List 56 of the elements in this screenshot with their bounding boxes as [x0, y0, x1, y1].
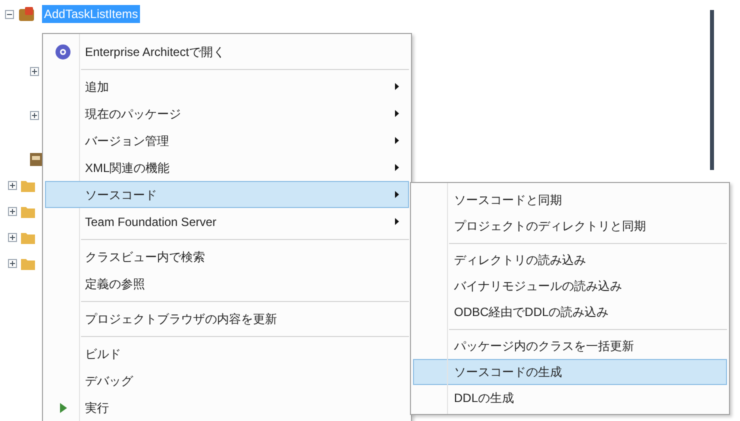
class-icon: [19, 7, 34, 21]
menu-item-label: ソースコードと同期: [454, 192, 562, 209]
menu-item[interactable]: 現在のパッケージ: [45, 100, 409, 127]
menu-item-label: プロジェクトのディレクトリと同期: [454, 218, 646, 235]
menu-item[interactable]: プロジェクトのディレクトリと同期: [413, 213, 727, 239]
menu-item-label: ODBC経由でDDLの読み込み: [454, 304, 609, 321]
menu-item[interactable]: プロジェクトブラウザの内容を更新: [45, 305, 409, 332]
menu-item-label: XML関連の機能: [85, 160, 170, 176]
menu-item[interactable]: パッケージ内のクラスを一括更新: [413, 333, 727, 359]
menu-item-label: バージョン管理: [85, 132, 169, 150]
menu-item-label: Team Foundation Server: [85, 214, 216, 230]
menu-item-label: 現在のパッケージ: [85, 106, 181, 122]
menu-item-label: DDLの生成: [454, 390, 514, 407]
folder-icon: [21, 204, 35, 218]
expand-icon[interactable]: [8, 258, 17, 268]
menu-item[interactable]: デバッグ: [45, 367, 409, 394]
menu-item-label: バイナリモジュールの読み込み: [454, 278, 622, 295]
menu-item[interactable]: ODBC経由でDDLの読み込み: [413, 299, 727, 325]
folder-icon: [21, 230, 35, 244]
menu-item-label: パッケージ内のクラスを一括更新: [454, 338, 634, 355]
menu-item[interactable]: ソースコード: [45, 181, 409, 208]
menu-item[interactable]: クラスビュー内で検索: [45, 243, 409, 270]
menu-item-label: ソースコードの生成: [454, 364, 562, 381]
menu-item-label: 定義の参照: [85, 276, 145, 292]
expand-icon[interactable]: [8, 232, 17, 242]
expand-icon[interactable]: [30, 66, 39, 76]
menu-item[interactable]: ソースコードと同期: [413, 187, 727, 213]
menu-item-label: 追加: [85, 78, 109, 96]
folder-icon: [21, 178, 35, 192]
menu-item[interactable]: ディレクトリの読み込み: [413, 247, 727, 273]
menu-item-label: Enterprise Architectで開く: [85, 44, 226, 60]
menu-item[interactable]: Team Foundation Server: [45, 208, 409, 235]
menu-item-label: ビルド: [85, 346, 121, 362]
menu-item-label: ソースコード: [85, 186, 157, 204]
menu-item-label: プロジェクトブラウザの内容を更新: [85, 310, 277, 328]
menu-item[interactable]: ソースコードの生成: [413, 359, 727, 385]
menu-item[interactable]: DDLの生成: [413, 385, 727, 411]
play-icon: [60, 402, 66, 412]
expand-icon[interactable]: [8, 206, 17, 216]
menu-item[interactable]: 追加: [45, 73, 409, 100]
folder-icon: [21, 256, 35, 270]
menu-item[interactable]: 実行: [45, 394, 409, 421]
menu-item[interactable]: バージョン管理: [45, 127, 409, 154]
menu-item[interactable]: XML関連の機能: [45, 154, 409, 181]
menu-item[interactable]: 定義の参照: [45, 270, 409, 297]
menu-item-label: クラスビュー内で検索: [85, 248, 205, 266]
menu-item[interactable]: Enterprise Architectで開く: [45, 38, 409, 65]
menu-item-label: ディレクトリの読み込み: [454, 252, 586, 269]
package-icon: [30, 152, 42, 166]
collapse-icon[interactable]: [5, 10, 14, 18]
menu-item-label: 実行: [85, 400, 109, 416]
menu-item-label: デバッグ: [85, 372, 133, 390]
menu-item[interactable]: ビルド: [45, 340, 409, 367]
menu-item[interactable]: バイナリモジュールの読み込み: [413, 273, 727, 299]
expand-icon[interactable]: [30, 110, 39, 120]
expand-icon[interactable]: [8, 180, 17, 190]
